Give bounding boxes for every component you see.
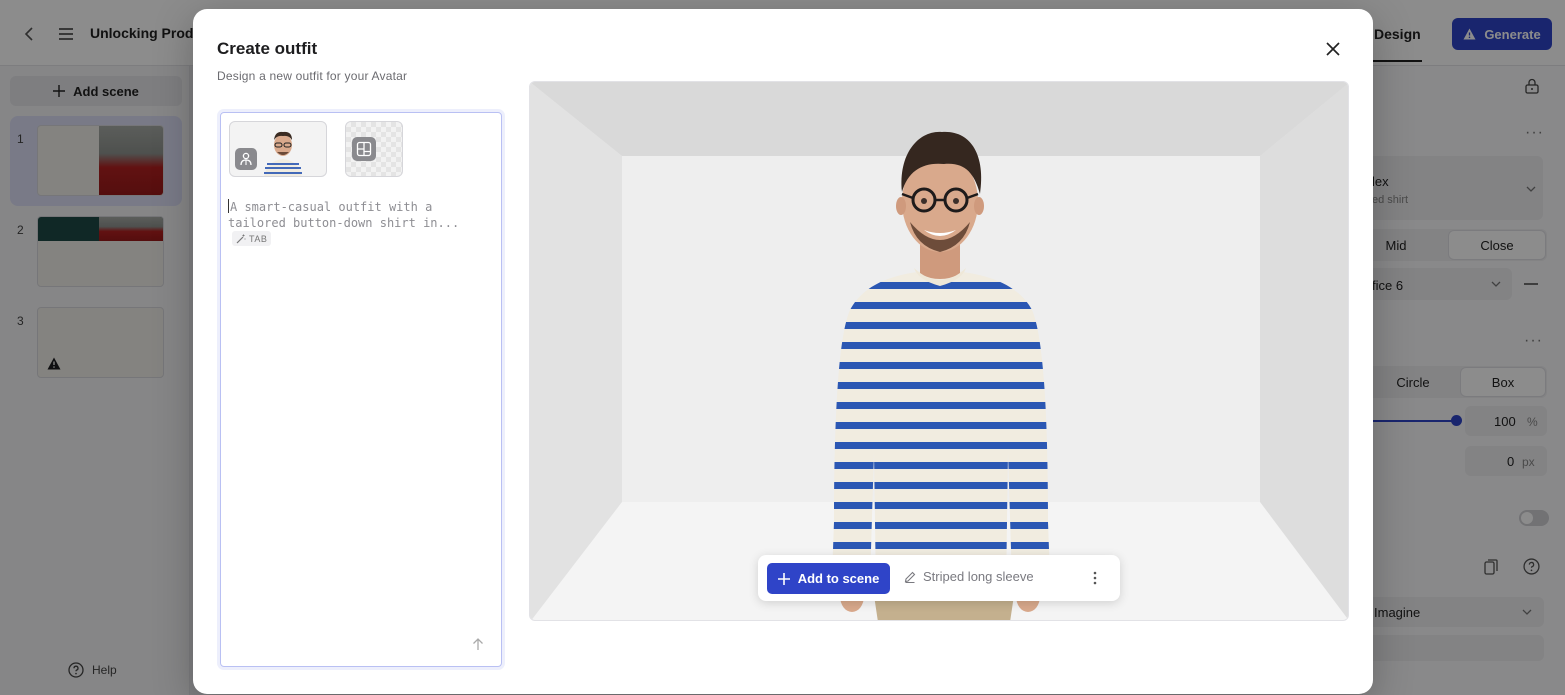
vertical-dots-icon (1093, 571, 1097, 585)
outfit-action-bar: Add to scene Striped long sleeve (758, 555, 1120, 601)
arrow-up-icon (473, 637, 483, 650)
plus-icon (777, 572, 790, 585)
tab-hint-label: TAB (249, 233, 268, 244)
avatar-reference-thumbnail[interactable] (229, 121, 327, 177)
add-to-scene-button[interactable]: Add to scene (767, 563, 890, 594)
more-options-button[interactable] (1084, 567, 1106, 589)
close-icon (1326, 42, 1340, 56)
outfit-prompt-input[interactable]: A smart-casual outfit with a tailored bu… (228, 199, 490, 248)
avatar-image (832, 131, 1050, 620)
create-outfit-dialog: Create outfit Design a new outfit for yo… (193, 9, 1373, 694)
background-reference-thumbnail[interactable] (345, 121, 403, 177)
outfit-name-field[interactable]: Striped long sleeve (904, 569, 1034, 584)
pencil-icon (904, 571, 916, 583)
submit-prompt-button[interactable] (468, 634, 488, 654)
text-cursor (228, 199, 229, 213)
tab-autocomplete-hint[interactable]: TAB (232, 231, 272, 246)
dialog-title: Create outfit (217, 39, 318, 58)
outfit-prompt-panel[interactable]: A smart-casual outfit with a tailored bu… (220, 112, 502, 667)
close-button[interactable] (1319, 35, 1347, 63)
dialog-subtitle: Design a new outfit for your Avatar (217, 69, 408, 83)
magic-wand-icon (236, 234, 246, 243)
prompt-placeholder: A smart-casual outfit with a tailored bu… (228, 200, 460, 230)
person-icon (235, 148, 257, 170)
outfit-preview (529, 81, 1349, 621)
avatar-reference-image (264, 131, 302, 176)
add-to-scene-label: Add to scene (797, 571, 880, 586)
outfit-name: Striped long sleeve (923, 569, 1034, 584)
layout-icon (352, 137, 376, 161)
